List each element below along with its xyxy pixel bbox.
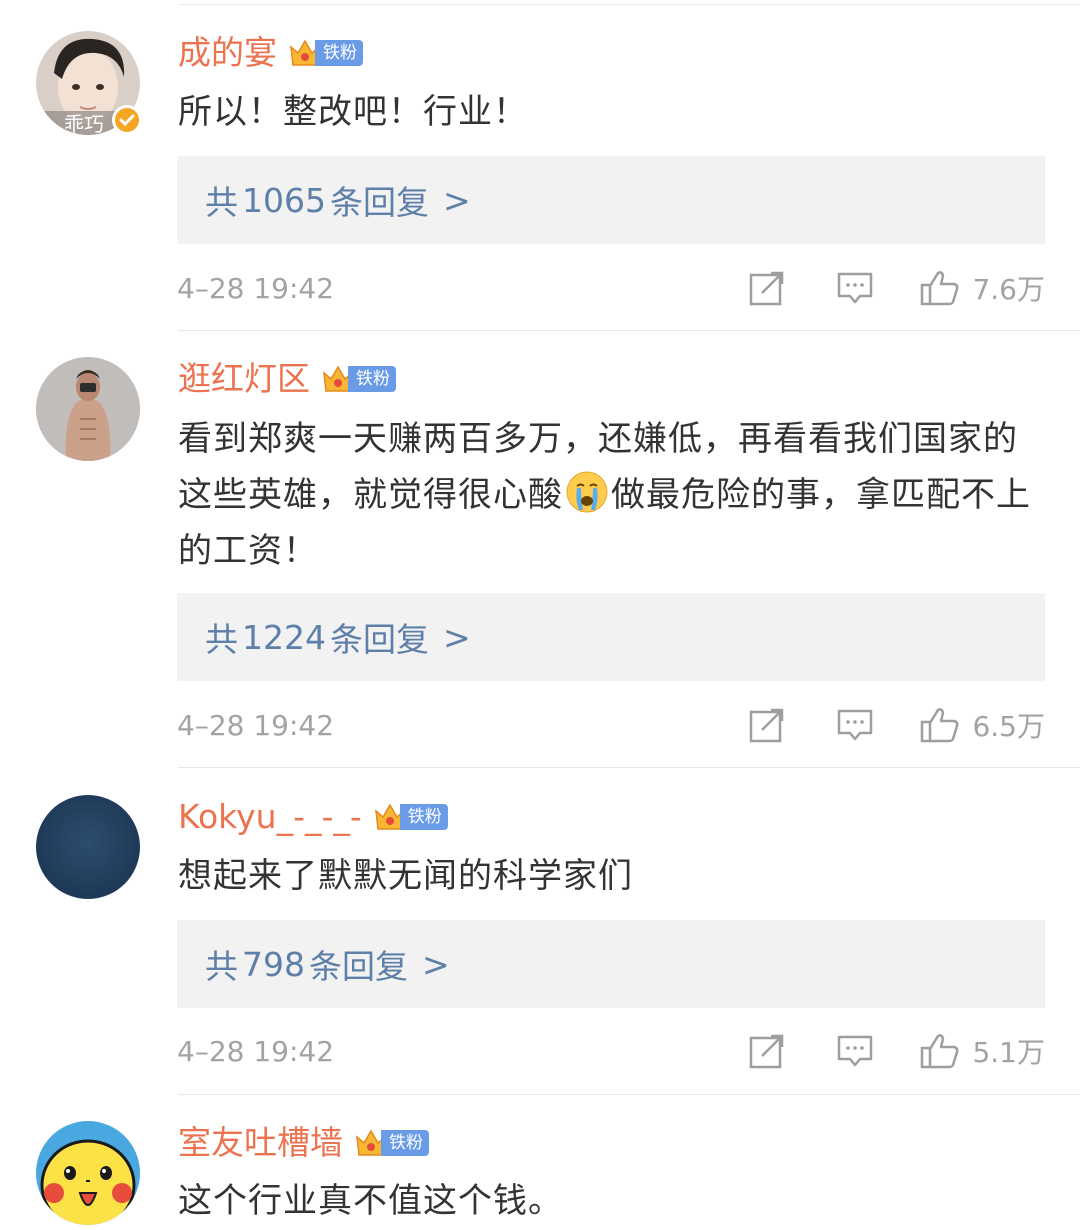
- like-count: 7.6万: [972, 273, 1045, 306]
- fan-badge-label: 铁粉: [381, 1130, 429, 1156]
- share-icon[interactable]: [748, 1032, 786, 1070]
- share-icon[interactable]: [748, 706, 786, 744]
- comment-text: 想起来了默默无闻的科学家们: [178, 856, 633, 896]
- avatar[interactable]: [36, 1121, 140, 1225]
- thumbs-up-icon[interactable]: [920, 1032, 960, 1070]
- replies-link[interactable]: 共 798 条回复 >: [177, 920, 1045, 1008]
- username[interactable]: 逛红灯区: [178, 357, 310, 401]
- username[interactable]: 成的宴: [178, 31, 277, 75]
- share-icon[interactable]: [748, 269, 786, 307]
- thumbs-up-icon[interactable]: [920, 706, 960, 744]
- timestamp: 4–28 19:42: [177, 271, 335, 305]
- fan-badge[interactable]: 铁粉: [372, 799, 448, 835]
- comment-icon[interactable]: [836, 706, 874, 744]
- avatar[interactable]: [36, 795, 140, 899]
- fan-badge-label: 铁粉: [348, 366, 396, 392]
- chevron-right-icon: >: [442, 617, 471, 657]
- comment-item: Kokyu_-_-_- 铁粉 想起来了默默无闻的科学家们 共 798 条回复 >…: [0, 768, 1080, 1094]
- crying-face-icon: [566, 471, 608, 513]
- avatar[interactable]: [36, 357, 140, 461]
- fan-badge-label: 铁粉: [399, 804, 448, 830]
- chevron-right-icon: >: [422, 944, 450, 984]
- reply-count: 1065: [242, 180, 326, 220]
- like-count: 5.1万: [972, 1036, 1045, 1069]
- reply-count: 798: [242, 944, 305, 984]
- comment-text: 这个行业真不值这个钱。: [178, 1181, 563, 1221]
- reply-prefix: 共: [205, 183, 238, 222]
- comment-item: 逛红灯区 铁粉 看到郑爽一天赚两百多万，还嫌低，再看看我们国家的这些英雄，就觉得…: [0, 331, 1080, 767]
- comment-text: 看到郑爽一天赚两百多万，还嫌低，再看看我们国家的这些英雄，就觉得很心酸 做最危险…: [178, 411, 1046, 579]
- replies-link[interactable]: 共 1065 条回复 >: [177, 156, 1045, 244]
- comment-item: 乖巧 成的宴 铁粉 所以！整改吧！行业！ 共 1065 条回复 > 4–28 1…: [0, 0, 1080, 330]
- comment-text: 所以！整改吧！行业！: [178, 92, 528, 132]
- replies-link[interactable]: 共 1224 条回复 >: [177, 593, 1045, 681]
- reply-suffix: 条回复: [309, 947, 408, 986]
- thumbs-up-icon[interactable]: [920, 269, 960, 307]
- reply-suffix: 条回复: [329, 620, 429, 659]
- chevron-right-icon: >: [442, 180, 471, 220]
- fan-badge[interactable]: 铁粉: [287, 35, 363, 71]
- timestamp: 4–28 19:42: [177, 708, 335, 742]
- username[interactable]: 室友吐槽墙: [178, 1121, 343, 1165]
- reply-prefix: 共: [205, 947, 238, 986]
- avatar-watermark: 乖巧: [64, 112, 104, 135]
- reply-suffix: 条回复: [329, 183, 429, 222]
- fan-badge-label: 铁粉: [315, 40, 363, 66]
- fan-badge[interactable]: 铁粉: [353, 1125, 429, 1161]
- reply-count: 1224: [242, 617, 326, 657]
- verified-check-icon: [112, 105, 142, 135]
- like-count: 6.5万: [972, 710, 1045, 743]
- timestamp: 4–28 19:42: [177, 1034, 335, 1068]
- comment-icon[interactable]: [836, 1032, 874, 1070]
- comment-item: 室友吐槽墙 铁粉 这个行业真不值这个钱。: [0, 1095, 1080, 1230]
- username[interactable]: Kokyu_-_-_-: [178, 795, 362, 839]
- fan-badge[interactable]: 铁粉: [320, 361, 396, 397]
- reply-prefix: 共: [205, 620, 238, 659]
- comment-icon[interactable]: [836, 269, 874, 307]
